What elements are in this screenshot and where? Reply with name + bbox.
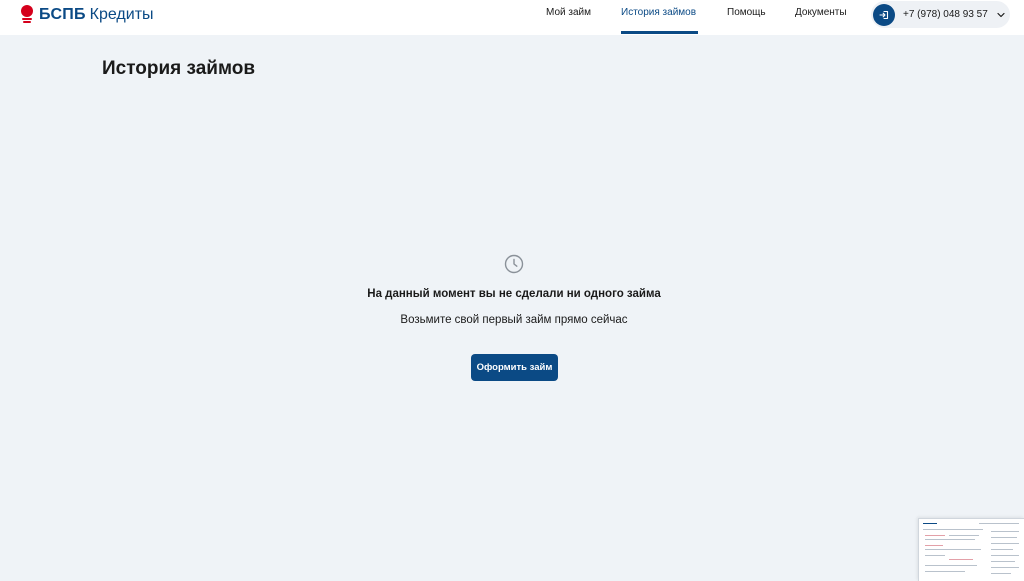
empty-state: На данный момент вы не сделали ни одного… xyxy=(0,253,1024,326)
clock-icon xyxy=(503,253,525,275)
logo-sub: Кредиты xyxy=(89,6,154,23)
apply-loan-button[interactable]: Оформить займ xyxy=(471,354,558,381)
login-icon xyxy=(873,3,895,26)
nav-loan-history[interactable]: История займов xyxy=(621,7,696,18)
page-thumbnail-preview[interactable] xyxy=(918,518,1024,581)
logo-brand: БСПБ xyxy=(39,6,86,23)
top-bar: БСПБ Кредиты Мой займ История займов Пом… xyxy=(0,0,1024,35)
logo-mark-icon xyxy=(20,4,34,26)
empty-state-title: На данный момент вы не сделали ни одного… xyxy=(367,288,661,300)
nav-help[interactable]: Помощь xyxy=(727,7,766,18)
account-phone: +7 (978) 048 93 57 xyxy=(903,9,988,20)
active-tab-indicator xyxy=(621,31,698,34)
logo[interactable]: БСПБ Кредиты xyxy=(20,3,154,27)
chevron-down-icon[interactable] xyxy=(996,10,1006,20)
empty-state-subtitle: Возьмите свой первый займ прямо сейчас xyxy=(400,314,628,326)
nav-my-loan[interactable]: Мой займ xyxy=(546,7,591,18)
nav-documents[interactable]: Документы xyxy=(795,7,847,18)
page-title: История займов xyxy=(102,58,256,79)
account-menu[interactable]: +7 (978) 048 93 57 xyxy=(871,1,1010,28)
